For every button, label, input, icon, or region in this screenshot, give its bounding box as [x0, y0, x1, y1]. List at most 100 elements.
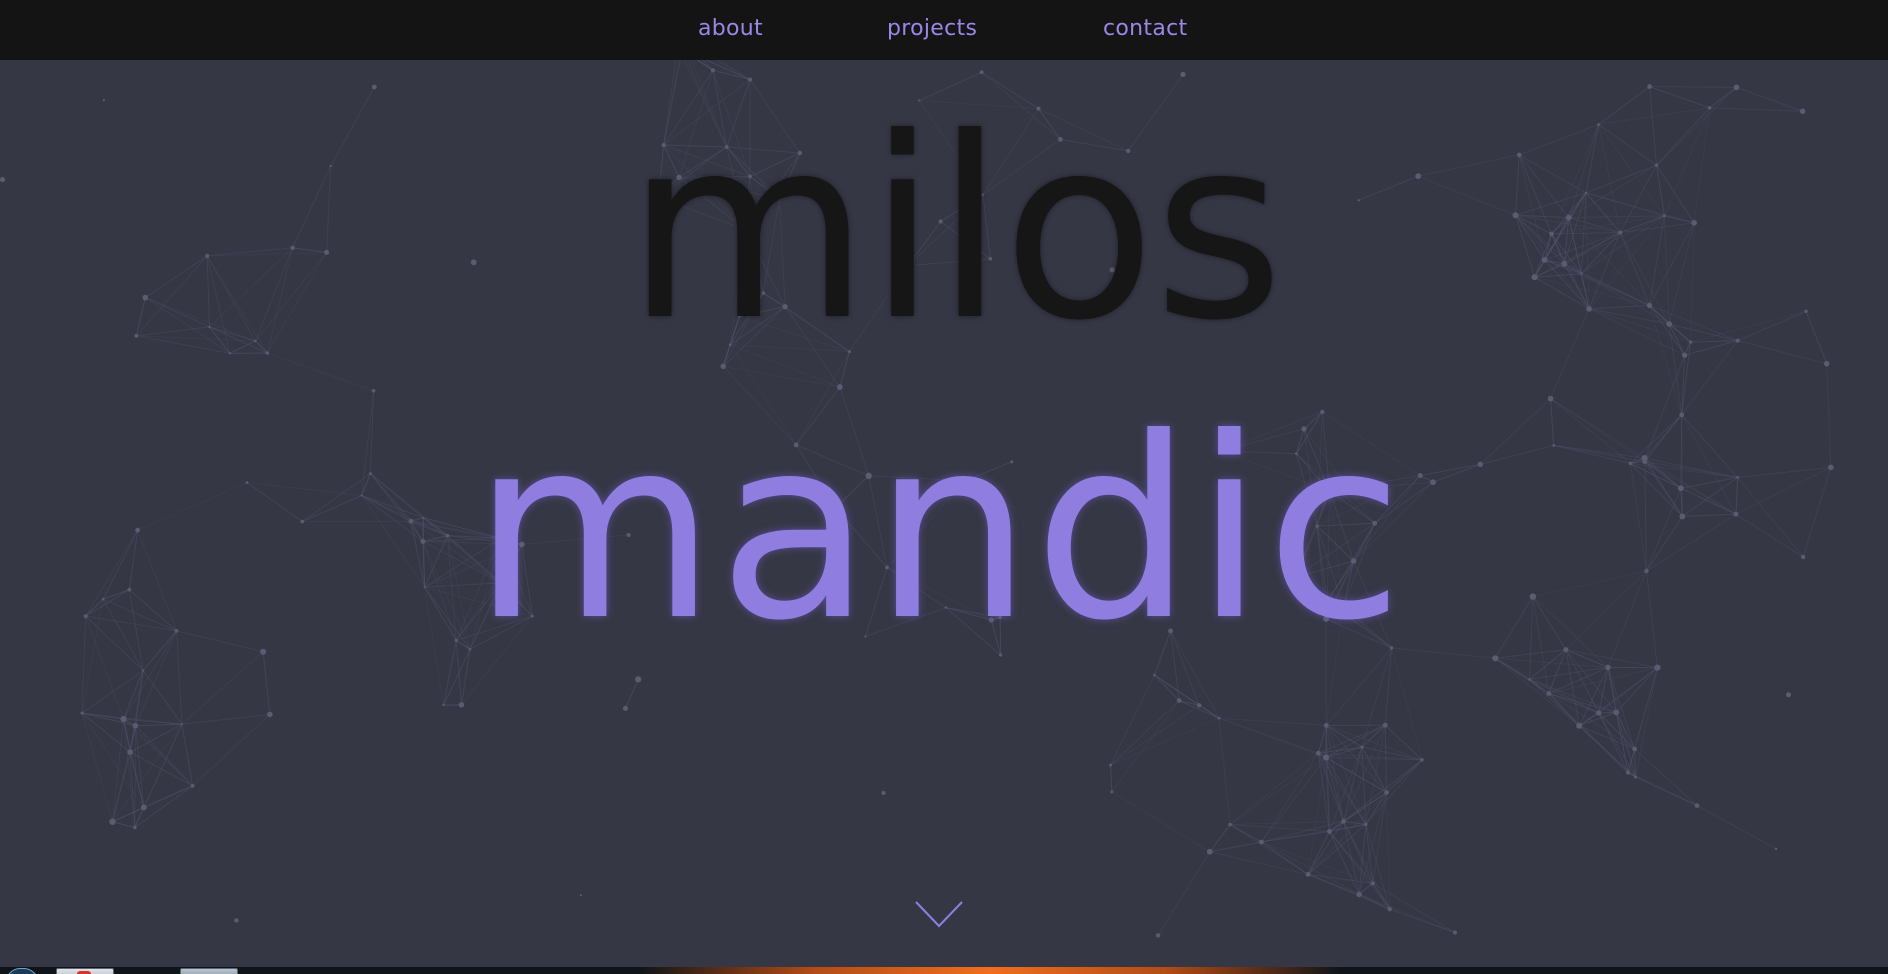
network-link	[1209, 841, 1262, 853]
network-link	[1325, 724, 1386, 758]
network-node	[1360, 745, 1364, 749]
nav-link-about[interactable]: about	[698, 16, 763, 41]
network-link	[1111, 700, 1180, 793]
network-node	[1197, 703, 1202, 708]
network-node	[80, 711, 84, 715]
network-node	[1258, 839, 1264, 845]
network-link	[1649, 86, 1737, 88]
network-node	[132, 722, 139, 729]
top-navbar: about projects contact	[0, 0, 1888, 60]
network-link	[112, 785, 193, 823]
network-link	[111, 718, 125, 822]
network-link	[1358, 893, 1456, 934]
network-node	[442, 703, 445, 707]
network-node	[190, 783, 195, 788]
nav-link-contact[interactable]: contact	[1103, 16, 1187, 41]
page: about projects contact milos mandic	[0, 0, 1888, 974]
network-node	[710, 68, 716, 73]
network-node	[1109, 763, 1113, 767]
taskbar-app-button[interactable]	[180, 968, 238, 974]
network-link	[1317, 725, 1327, 754]
network-node	[458, 702, 465, 708]
taskbar-app-button[interactable]	[56, 968, 114, 974]
network-node	[622, 705, 628, 711]
network-node	[267, 711, 273, 718]
network-node	[1322, 754, 1330, 761]
network-node	[1647, 84, 1653, 89]
hero-last-name: mandic	[472, 384, 1406, 675]
network-node	[1774, 847, 1778, 851]
network-node	[1420, 758, 1424, 762]
network-node	[1528, 678, 1531, 681]
network-link	[142, 670, 183, 725]
network-node	[1155, 933, 1161, 938]
network-link	[135, 723, 182, 727]
network-node	[1305, 871, 1311, 877]
network-node	[1206, 848, 1213, 855]
network-node	[635, 676, 642, 683]
network-node	[371, 388, 376, 393]
network-node	[881, 791, 886, 796]
network-link	[1154, 674, 1180, 701]
network-node	[1452, 930, 1457, 935]
network-link	[1365, 824, 1374, 884]
network-node	[141, 669, 145, 672]
network-node	[1625, 770, 1631, 775]
network-node	[1356, 891, 1362, 898]
network-node	[1387, 906, 1392, 912]
network-link	[1372, 792, 1388, 884]
network-node	[1605, 664, 1611, 671]
os-taskbar	[0, 967, 1888, 974]
network-node	[140, 804, 147, 811]
network-node	[1632, 746, 1637, 752]
scroll-down-button[interactable]	[914, 898, 964, 932]
network-link	[111, 752, 131, 822]
network-node	[1370, 881, 1375, 886]
network-node	[1217, 716, 1221, 720]
network-link	[1634, 748, 1698, 806]
network-node	[120, 715, 127, 723]
network-link	[1384, 724, 1423, 761]
network-link	[192, 714, 271, 787]
network-node	[579, 894, 582, 897]
start-orb-icon[interactable]	[6, 968, 38, 974]
network-link	[1110, 674, 1155, 766]
network-node	[1613, 709, 1620, 716]
network-link	[1386, 759, 1423, 793]
network-link	[262, 651, 271, 715]
network-link	[1229, 752, 1319, 825]
network-link	[1110, 704, 1200, 766]
network-link	[1696, 805, 1777, 850]
network-node	[1315, 750, 1321, 756]
network-node	[1228, 822, 1232, 827]
network-node	[1180, 71, 1186, 78]
network-link	[1372, 882, 1456, 933]
network-link	[1343, 820, 1366, 825]
network-link	[1110, 717, 1220, 766]
network-link	[1384, 725, 1388, 793]
network-node	[1786, 692, 1792, 698]
network-link	[1111, 791, 1211, 853]
network-link	[1365, 824, 1391, 910]
network-node	[1323, 723, 1329, 728]
network-node	[127, 749, 133, 755]
network-link	[181, 713, 270, 725]
network-link	[1157, 851, 1211, 936]
network-node	[979, 70, 984, 75]
network-node	[1576, 722, 1583, 729]
network-link	[1317, 753, 1345, 822]
network-link	[1494, 657, 1580, 727]
taskbar-glow	[640, 967, 1340, 974]
network-link	[112, 821, 135, 828]
network-link	[81, 712, 113, 822]
network-node	[1694, 803, 1700, 808]
network-link	[1635, 776, 1698, 807]
network-node	[1327, 829, 1332, 834]
nav-link-projects[interactable]: projects	[887, 16, 977, 41]
network-node	[1596, 710, 1602, 716]
chevron-down-icon	[915, 901, 963, 928]
network-node	[747, 77, 753, 82]
network-node	[1634, 775, 1638, 779]
network-node	[109, 818, 116, 825]
network-link	[81, 670, 144, 714]
